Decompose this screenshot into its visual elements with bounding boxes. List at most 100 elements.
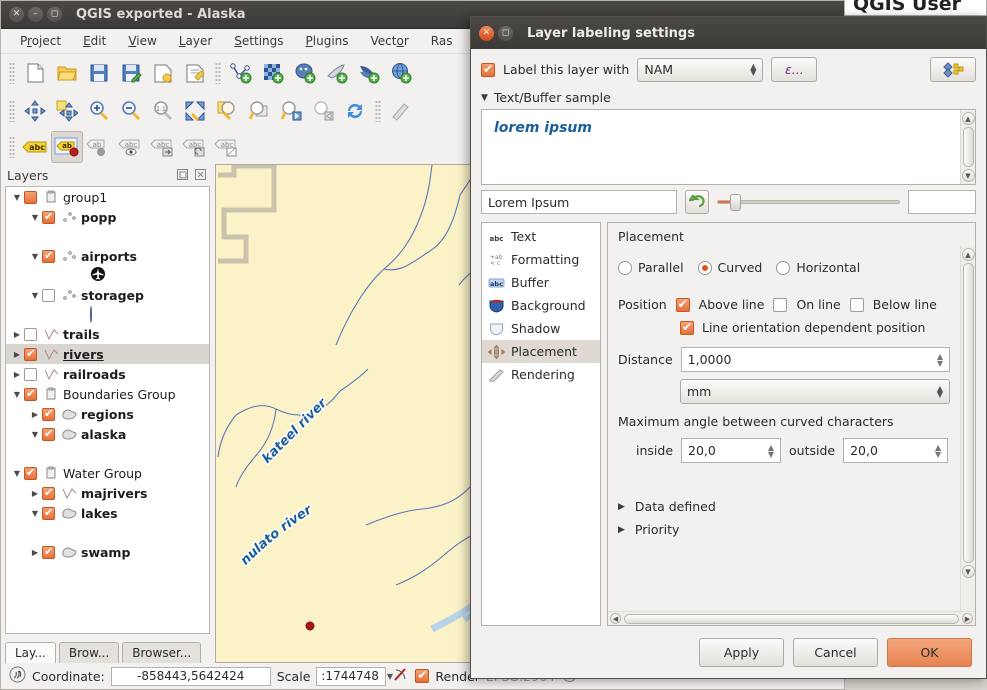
priority-section[interactable]: ▶ Priority [618, 522, 950, 537]
expand-arrow-icon[interactable] [10, 193, 24, 202]
show-hide-labels-icon[interactable]: abc [115, 131, 147, 163]
toolbar-grip-3[interactable] [9, 100, 15, 122]
sidebar-item-placement[interactable]: Placement [482, 340, 600, 363]
radio-parallel[interactable] [618, 260, 632, 275]
checkbox-above-line[interactable] [675, 297, 690, 312]
coordinate-input[interactable]: -858443,5642424 [110, 666, 271, 686]
refresh-icon[interactable] [339, 95, 371, 127]
apply-button[interactable]: Apply [699, 637, 784, 667]
expand-arrow-icon[interactable] [28, 410, 42, 419]
placement-vertical-scrollbar[interactable]: ▲ ▼ [960, 246, 975, 611]
panel-tab-browser[interactable]: Browser... [122, 642, 202, 663]
layer-symbol-row[interactable] [6, 523, 209, 542]
checkbox-below-line[interactable] [849, 297, 864, 312]
add-postgis-layer-icon[interactable] [289, 57, 321, 89]
layer-visibility-checkbox[interactable] [24, 327, 37, 341]
cancel-button[interactable]: Cancel [793, 637, 878, 667]
layer-symbol-row[interactable] [6, 227, 209, 246]
scrollbar-thumb[interactable] [962, 263, 974, 563]
scroll-down-icon[interactable]: ▼ [961, 565, 975, 578]
move-label-icon[interactable]: abc [147, 131, 179, 163]
zoom-next-icon[interactable] [307, 95, 339, 127]
stop-rendering-icon[interactable] [392, 666, 409, 686]
layer-row-airports[interactable]: airports [6, 246, 209, 266]
sidebar-item-shadow[interactable]: Shadow [482, 317, 600, 340]
inside-spinbox[interactable]: 20,0 ▲ ▼ [681, 438, 782, 463]
label-field-combo[interactable]: NAM ▲ ▼ [637, 57, 764, 82]
scrollbar-thumb[interactable] [962, 127, 974, 167]
layer-visibility-checkbox[interactable] [42, 486, 55, 500]
group-checkbox[interactable] [24, 190, 37, 204]
zoom-in-icon[interactable] [83, 95, 115, 127]
layer-tree[interactable]: group1 popp airports storagep trails rivers ra… [5, 186, 210, 634]
layer-row-boundaries-group[interactable]: Boundaries Group [6, 384, 209, 404]
panel-tab-lay[interactable]: Lay... [5, 642, 56, 663]
checkbox-on-line[interactable] [773, 297, 788, 312]
save-project-as-icon[interactable] [115, 57, 147, 89]
sample-section-header[interactable]: ▼ Text/Buffer sample [481, 90, 976, 105]
layer-visibility-checkbox[interactable] [24, 387, 37, 401]
layer-row-group1[interactable]: group1 [6, 187, 209, 207]
mode-horizontal[interactable]: Horizontal [776, 260, 860, 275]
dialog-close-icon[interactable]: ✕ [479, 25, 494, 41]
render-checkbox[interactable] [415, 668, 430, 683]
menu-raster[interactable]: Ras [420, 31, 464, 51]
close-icon[interactable]: ✕ [9, 7, 24, 22]
sidebar-item-buffer[interactable]: abc Buffer [482, 271, 600, 294]
save-project-icon[interactable] [83, 57, 115, 89]
layer-visibility-checkbox[interactable] [24, 367, 37, 381]
zoom-out-icon[interactable] [115, 95, 147, 127]
close-panel-icon[interactable] [194, 168, 208, 182]
toolbar-grip-4[interactable] [375, 100, 381, 122]
radio-horizontal[interactable] [776, 260, 791, 275]
settings-sidebar[interactable]: abc Text +ab < c Formatting abc Buffer Backgrou… [481, 222, 601, 626]
layer-symbol-row[interactable] [6, 444, 209, 463]
scrollbar-thumb-h[interactable] [624, 613, 959, 624]
toolbar-grip-2[interactable] [215, 62, 221, 84]
ok-button[interactable]: OK [887, 637, 972, 667]
undock-icon[interactable] [176, 168, 190, 182]
layer-visibility-checkbox[interactable] [42, 249, 55, 263]
sample-vertical-scrollbar[interactable]: ▲ ▼ [960, 110, 975, 184]
expand-arrow-icon[interactable] [28, 548, 42, 557]
add-wms-layer-icon[interactable] [385, 57, 417, 89]
menu-view[interactable]: View [117, 31, 167, 51]
radio-curved[interactable] [697, 260, 712, 275]
dialog-maximize-icon[interactable]: ◻ [498, 25, 513, 41]
style-manager-button[interactable] [930, 57, 976, 82]
layer-row-storagep[interactable]: storagep [6, 285, 209, 305]
expand-arrow-icon[interactable] [10, 330, 24, 339]
zoom-to-selection-icon[interactable] [211, 95, 243, 127]
spinner-icon[interactable]: ▲ ▼ [768, 443, 774, 458]
slider-handle[interactable] [730, 194, 741, 211]
layer-row-rivers[interactable]: rivers [6, 344, 209, 364]
mouse-position-icon[interactable] [9, 666, 26, 686]
distance-unit-combo[interactable]: mm ▲ ▼ [680, 379, 950, 404]
add-raster-layer-icon[interactable] [257, 57, 289, 89]
layer-row-popp[interactable]: popp [6, 207, 209, 227]
change-label-icon[interactable]: abc [211, 131, 243, 163]
sample-text-input[interactable]: Lorem Ipsum [481, 190, 677, 214]
layer-symbol-row[interactable] [6, 266, 209, 285]
scroll-right-icon[interactable]: ▶ [962, 613, 973, 624]
menu-edit[interactable]: Edit [72, 31, 117, 51]
sidebar-item-text[interactable]: abc Text [482, 225, 600, 248]
toolbar-grip-5[interactable] [9, 136, 15, 158]
expand-arrow-icon[interactable] [10, 350, 24, 359]
scroll-down-icon[interactable]: ▼ [961, 169, 975, 182]
maximize-icon[interactable]: ◻ [47, 7, 62, 22]
panel-tab-brow[interactable]: Brow... [58, 642, 120, 663]
layer-visibility-checkbox[interactable] [42, 506, 55, 520]
menu-vector[interactable]: Vector [360, 31, 420, 51]
expand-arrow-icon[interactable] [10, 370, 24, 379]
expand-arrow-icon[interactable] [28, 291, 42, 300]
pan-to-selection-icon[interactable] [51, 95, 83, 127]
layer-visibility-checkbox[interactable] [42, 288, 55, 302]
scale-combo[interactable]: :1744748 ▼ [316, 666, 393, 686]
new-project-icon[interactable] [19, 57, 51, 89]
scroll-up-icon[interactable]: ▲ [961, 248, 975, 261]
placement-horizontal-scrollbar[interactable]: ◀ ▶ [608, 611, 975, 625]
layer-visibility-checkbox[interactable] [42, 210, 55, 224]
expand-arrow-icon[interactable] [10, 469, 24, 478]
sidebar-item-background[interactable]: Background [482, 294, 600, 317]
